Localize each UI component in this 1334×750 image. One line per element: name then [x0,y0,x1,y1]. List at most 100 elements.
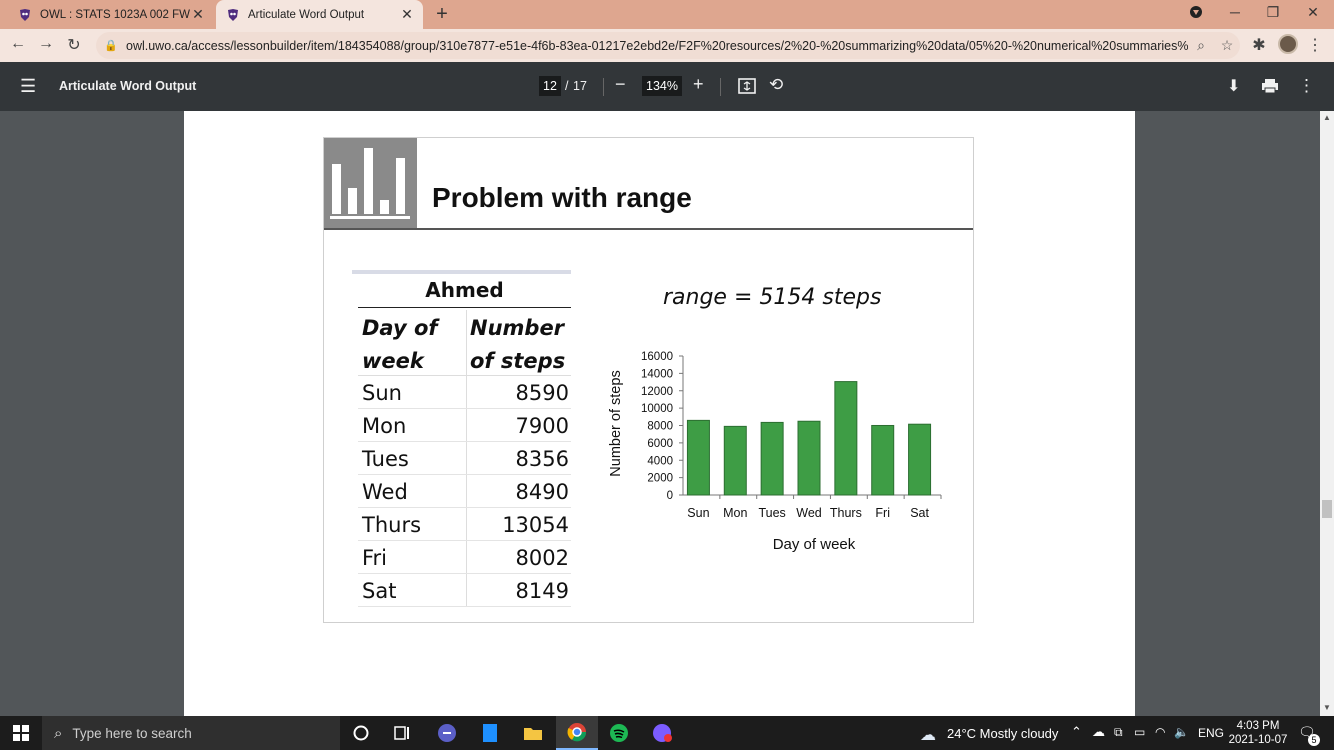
language-indicator[interactable]: ENG [1198,726,1224,740]
lock-icon: 🔒 [104,40,118,52]
x-tick-label: Thurs [830,506,862,520]
x-tick-label: Mon [723,506,747,520]
clock-date: 2021-10-07 [1228,734,1288,746]
taskbar: ⌕ Type here to search ☁ 24°C Mostly clou… [0,716,1334,750]
close-window-icon[interactable]: ✕ [1302,4,1324,21]
tab-title: Articulate Word Output [248,8,365,21]
owl-favicon-icon [20,8,30,21]
y-tick-label: 2000 [647,473,673,485]
tray-chevron-icon[interactable]: ⌃ [1071,724,1082,740]
avatar[interactable] [1278,34,1298,54]
cell-day: Sat [362,579,397,603]
rotate-icon[interactable]: ⟲ [769,75,783,95]
app-launcher-icon[interactable] [426,716,468,750]
minimize-icon[interactable]: ─ [1224,4,1246,20]
restore-icon[interactable]: ❐ [1262,4,1284,21]
scrollbar-thumb[interactable] [1322,500,1332,518]
scroll-down-icon[interactable]: ▼ [1323,703,1331,712]
taskbar-search-box[interactable]: ⌕ Type here to search [42,716,340,750]
divider [720,78,721,96]
battery-icon[interactable]: ▭ [1134,725,1145,739]
y-tick-label: 10000 [641,403,673,415]
col-header-day-line2: week [362,349,424,373]
new-tab-icon[interactable]: + [432,3,452,26]
x-tick-label: Sun [687,506,709,520]
chrome-icon[interactable] [556,716,598,750]
slide-title: Problem with range [432,182,692,213]
y-tick-label: 4000 [647,455,673,467]
tab-title: OWL : STATS 1023A 002 FW21 : L [40,8,190,21]
close-tab-icon[interactable]: ✕ [399,6,415,23]
cell-steps: 7900 [515,414,569,438]
zoom-icon[interactable]: ⌕ [1188,37,1214,54]
profile-dot-icon[interactable] [1185,5,1207,22]
address-bar-row: ← → ↻ 🔒 owl.uwo.ca/access/lessonbuilder/… [0,29,1334,62]
steps-bar-chart: 0 2000 4000 6000 8000 10000 12000 14000 16000 Sun… [608,351,942,553]
x-axis-label: Day of week [773,536,856,553]
table-row: Mon 7900 [358,409,571,442]
spotify-icon[interactable] [598,716,640,750]
table-row: Sun 8590 [358,376,571,409]
url-field[interactable]: 🔒 owl.uwo.ca/access/lessonbuilder/item/1… [96,32,1240,59]
table-row: Thurs 13054 [358,508,571,541]
messenger-icon[interactable] [642,716,684,750]
file-explorer-icon[interactable] [512,716,554,750]
col-header-day: Day of week [362,312,438,378]
col-header-steps-line2: of steps [470,349,566,373]
tab-owl[interactable]: OWL : STATS 1023A 002 FW21 : L ✕ [8,0,214,29]
y-tick-label: 6000 [647,438,673,450]
back-icon[interactable]: ← [8,35,28,53]
onedrive-cloud-icon[interactable]: ☁ [1092,724,1105,740]
cell-day: Thurs [362,513,422,537]
windows-start-icon[interactable] [0,716,42,750]
col-header-steps: Number of steps [470,312,565,378]
zoom-level-input[interactable]: 134% [642,76,682,96]
cell-day: Wed [362,480,408,504]
volume-icon[interactable]: 🔈 [1174,725,1189,739]
notes-app-icon[interactable] [469,716,511,750]
table-row: Fri 8002 [358,541,571,574]
task-view-icon[interactable] [382,716,424,750]
zoom-out-icon[interactable]: − [615,74,626,95]
page-number-input[interactable]: 12 [539,76,561,96]
y-tick-label: 0 [667,490,673,502]
table-row: Wed 8490 [358,475,571,508]
col-header-steps-line1: Number [470,316,565,340]
cell-steps: 8002 [515,546,569,570]
cortana-icon[interactable] [340,716,382,750]
fit-page-icon[interactable] [738,78,756,99]
notification-count-badge: 5 [1308,734,1320,746]
hamburger-menu-icon[interactable]: ☰ [20,76,36,97]
close-tab-icon[interactable]: ✕ [190,6,206,23]
pdf-toolbar: ☰ Articulate Word Output 12 / 17 − 134% … [0,62,1334,111]
weather-cloud-icon: ☁ [920,727,936,744]
page-separator: / [565,79,569,93]
download-icon[interactable]: ⬇ [1227,76,1240,96]
clock[interactable]: 4:03 PM 2021-10-07 [1228,719,1288,747]
forward-icon[interactable]: → [36,35,56,53]
more-options-icon[interactable]: ⋮ [1298,76,1315,96]
extensions-icon[interactable]: ✱ [1249,35,1269,55]
y-tick-label: 12000 [641,386,673,398]
y-tick-label: 14000 [641,368,673,380]
table-top-border [352,270,571,274]
tab-articulate[interactable]: Articulate Word Output ✕ [216,0,423,29]
cell-steps: 8149 [515,579,569,603]
reload-icon[interactable]: ↻ [64,35,84,55]
chart-bar [908,423,932,496]
scrollbar[interactable]: ▲ ▼ [1320,111,1334,716]
bookmark-star-icon[interactable]: ☆ [1214,37,1240,54]
browser-menu-icon[interactable]: ⋮ [1305,35,1325,55]
wifi-icon[interactable]: ◠ [1155,725,1165,739]
cell-day: Fri [362,546,388,570]
cell-steps: 13054 [502,513,569,537]
print-icon[interactable] [1261,78,1279,99]
y-tick-label: 8000 [647,421,673,433]
scroll-up-icon[interactable]: ▲ [1323,113,1331,122]
chart-bar [686,419,710,496]
weather-text[interactable]: 24°C Mostly cloudy [947,726,1058,741]
cell-steps: 8490 [515,480,569,504]
zoom-in-icon[interactable]: + [693,74,704,95]
cell-day: Mon [362,414,407,438]
device-icon[interactable]: ⧉ [1114,725,1123,740]
